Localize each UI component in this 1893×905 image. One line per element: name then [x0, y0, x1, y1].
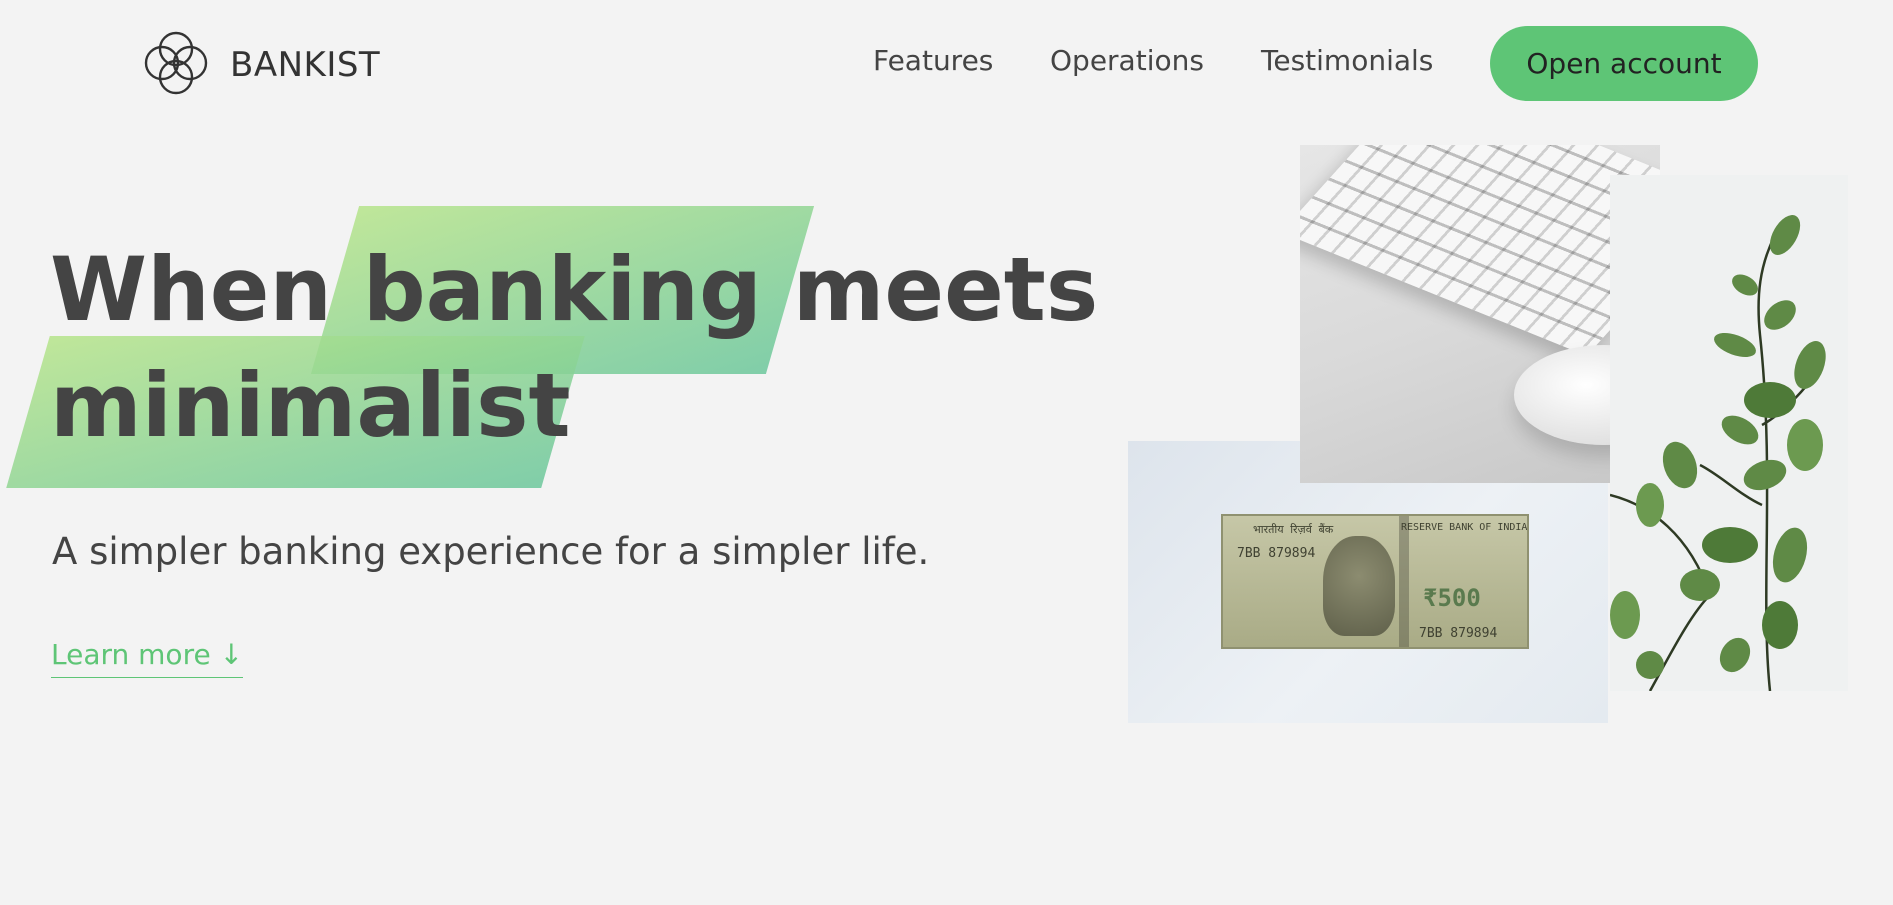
banknote-header: RESERVE BANK OF INDIA: [1401, 522, 1528, 533]
banknote-security-thread: [1399, 516, 1409, 647]
brand-logo[interactable]: BANKIST: [140, 27, 380, 103]
keyboard-and-mouse-image: [1300, 145, 1660, 483]
four-circle-logo-icon: [140, 27, 212, 103]
banknote-header-hindi: भारतीय रिज़र्व बैंक: [1253, 523, 1334, 536]
banknote-portrait: [1323, 536, 1395, 636]
open-account-button[interactable]: Open account: [1490, 26, 1758, 101]
banknote-image: भारतीय रिज़र्व बैंक RESERVE BANK OF INDI…: [1128, 441, 1608, 723]
hero-title-word: When: [50, 238, 333, 341]
banknote: भारतीय रिज़र्व बैंक RESERVE BANK OF INDI…: [1221, 514, 1529, 649]
banknote-serial: 7BB 879894: [1419, 626, 1498, 641]
top-navigation: BANKIST Features Operations Testimonials…: [0, 0, 1893, 126]
plant-image: [1609, 175, 1848, 692]
banknote-serial: 7BB 879894: [1237, 546, 1316, 561]
hero-title: When banking meets minimalist: [50, 232, 1098, 464]
brand-name: BANKIST: [230, 45, 381, 85]
hero-title-highlight: minimalist: [50, 348, 571, 464]
nav-link-features[interactable]: Features: [873, 44, 993, 77]
hero-title-word: meets: [792, 238, 1099, 341]
hero-subtitle: A simpler banking experience for a simpl…: [52, 530, 930, 573]
eucalyptus-plant-icon: [1609, 215, 1826, 692]
banknote-denomination: ₹500: [1423, 584, 1481, 612]
hero-title-highlight: banking: [363, 232, 762, 348]
learn-more-link[interactable]: Learn more ↓: [51, 638, 244, 678]
nav-link-operations[interactable]: Operations: [1050, 44, 1204, 77]
nav-link-testimonials[interactable]: Testimonials: [1261, 44, 1433, 77]
keyboard: [1300, 145, 1660, 356]
